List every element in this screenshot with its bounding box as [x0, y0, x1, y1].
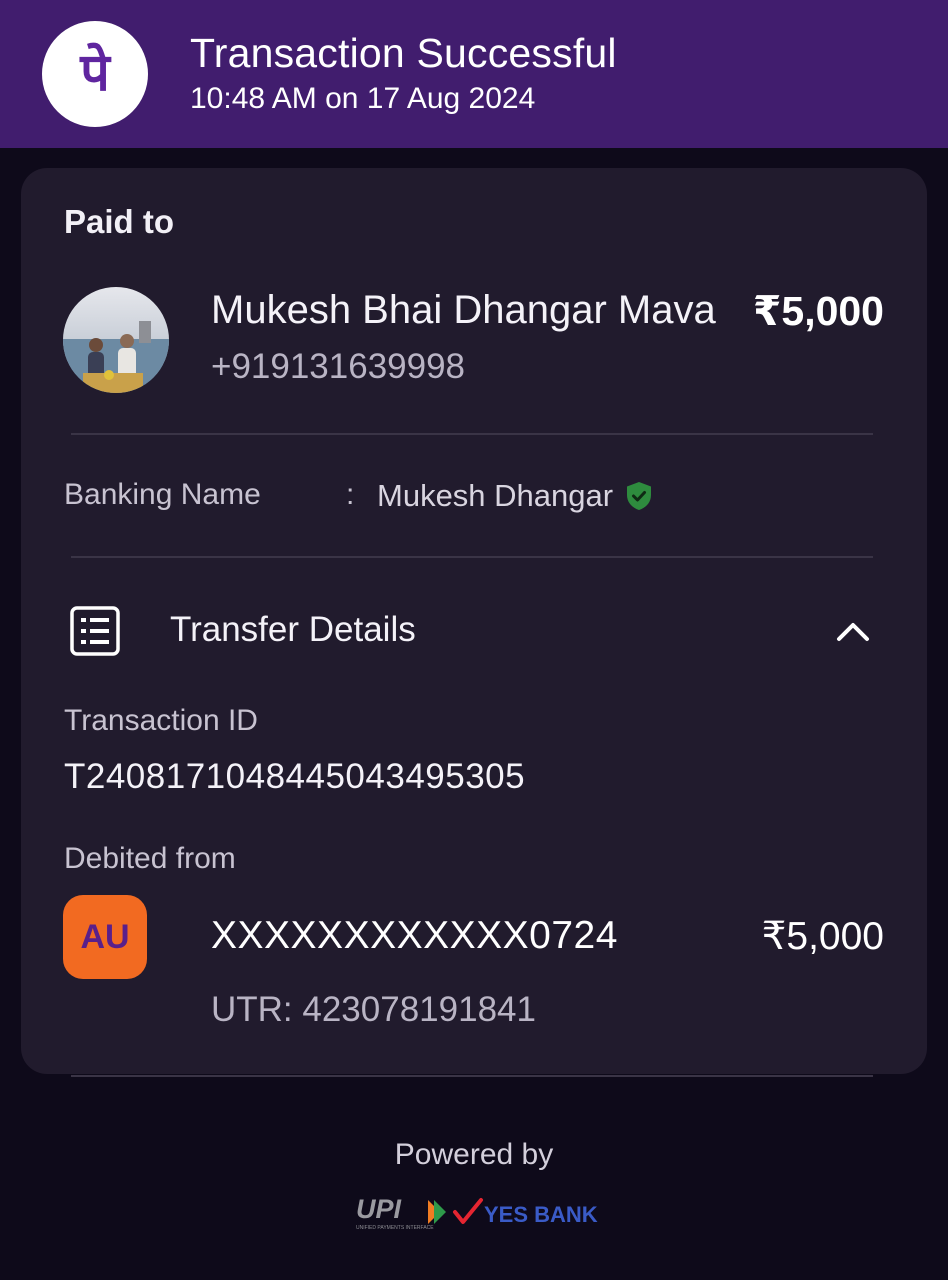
- paid-to-label: Paid to: [64, 203, 175, 240]
- upi-yes-bank-logo: UPI UNIFIED PAYMENTS INTERFACE YES BANK: [356, 1194, 598, 1231]
- payee-avatar[interactable]: [63, 287, 169, 393]
- transaction-header: पे Transaction Successful 10:48 AM on 17…: [0, 0, 948, 148]
- payee-phone: +919131639998: [211, 347, 466, 386]
- chevron-up-icon[interactable]: [834, 612, 872, 650]
- debited-amount: ₹5,000: [761, 915, 884, 958]
- banking-name-separator: :: [346, 478, 355, 511]
- status-title: Transaction Successful: [190, 30, 617, 76]
- upi-logo: UPI: [356, 1194, 402, 1224]
- divider: [71, 433, 873, 435]
- phonepe-logo-glyph: पे: [79, 42, 112, 103]
- banking-name-value: Mukesh Dhangar: [377, 478, 614, 513]
- transaction-timestamp: 10:48 AM on 17 Aug 2024: [190, 82, 536, 115]
- divider: [71, 1075, 873, 1077]
- upi-tagline: UNIFIED PAYMENTS INTERFACE: [356, 1225, 434, 1231]
- divider: [71, 556, 873, 558]
- transaction-id-value[interactable]: T2408171048445043495305: [64, 757, 525, 797]
- transaction-id-label: Transaction ID: [64, 704, 258, 737]
- shield-check-icon: [627, 482, 651, 510]
- phonepe-logo-icon: पे: [42, 21, 148, 127]
- powered-by-label: Powered by: [394, 1138, 554, 1171]
- payee-name: Mukesh Bhai Dhangar Mava: [211, 288, 716, 332]
- utr-number[interactable]: UTR: 423078191841: [211, 990, 536, 1030]
- au-bank-logo: AU: [63, 895, 147, 979]
- transfer-details-title[interactable]: Transfer Details: [170, 610, 416, 650]
- debited-from-label: Debited from: [64, 842, 236, 875]
- receipt-list-icon: [70, 606, 120, 656]
- avatar-photo: [63, 287, 169, 393]
- payment-amount: ₹5,000: [752, 288, 884, 334]
- yes-bank-logo: YES BANK: [484, 1202, 598, 1227]
- banking-name-label: Banking Name: [64, 478, 261, 511]
- svg-text:पे: पे: [79, 42, 112, 103]
- account-number: XXXXXXXXXXXX0724: [211, 914, 618, 957]
